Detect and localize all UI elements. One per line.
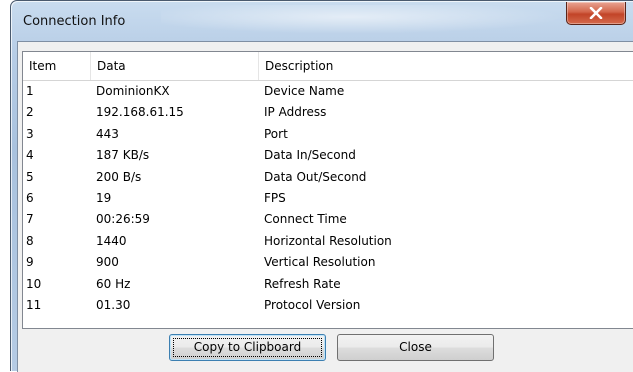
cell-data: 19 (96, 190, 112, 205)
cell-item: 7 (26, 212, 34, 227)
dialog-client-area: Item Data Description 1 DominionKX Device … (17, 41, 633, 372)
cell-description: Connect Time (264, 212, 347, 227)
cell-description: FPS (264, 190, 286, 205)
cell-description: Vertical Resolution (264, 255, 376, 270)
cell-data: 443 (96, 126, 119, 141)
cell-data: 200 B/s (96, 169, 142, 184)
cell-data: 60 Hz (96, 276, 131, 291)
cell-item: 10 (26, 276, 42, 291)
cell-description: Protocol Version (264, 297, 361, 312)
close-x-icon (589, 7, 603, 19)
table-row[interactable]: 6 19 FPS (23, 188, 633, 209)
column-header-description[interactable]: Description (259, 52, 633, 80)
cell-item: 5 (26, 169, 34, 184)
cell-item: 9 (26, 255, 34, 270)
table-row[interactable]: 11 01.30 Protocol Version (23, 295, 633, 316)
cell-data: 187 KB/s (96, 148, 150, 163)
cell-description: Data Out/Second (264, 169, 367, 184)
table-row[interactable]: 9 900 Vertical Resolution (23, 252, 633, 273)
window-title: Connection Info (23, 14, 126, 29)
table-row[interactable]: 2 192.168.61.15 IP Address (23, 102, 633, 123)
copy-to-clipboard-button[interactable]: Copy to Clipboard (169, 334, 326, 361)
cell-description: Refresh Rate (264, 276, 341, 291)
cell-item: 6 (26, 190, 34, 205)
window-close-button[interactable] (566, 2, 626, 25)
column-header-data[interactable]: Data (91, 52, 259, 80)
cell-data: 1440 (96, 233, 127, 248)
list-rows: 1 DominionKX Device Name 2 192.168.61.15 IP A… (23, 81, 633, 316)
close-button[interactable]: Close (337, 334, 494, 361)
cell-description: Port (264, 126, 288, 141)
column-header-item[interactable]: Item (23, 52, 91, 80)
connection-info-list[interactable]: Item Data Description 1 DominionKX Device … (22, 51, 633, 329)
cell-item: 11 (26, 297, 42, 312)
connection-info-window: Connection Info Item Data Description 1 D… (10, 0, 633, 372)
cell-item: 3 (26, 126, 34, 141)
cell-data: DominionKX (96, 84, 170, 98)
cell-data: 900 (96, 255, 119, 270)
table-row[interactable]: 10 60 Hz Refresh Rate (23, 274, 633, 295)
cell-item: 2 (26, 105, 34, 120)
list-header: Item Data Description (23, 52, 633, 81)
table-row[interactable]: 8 1440 Horizontal Resolution (23, 231, 633, 252)
cell-description: Data In/Second (264, 148, 356, 163)
table-row[interactable]: 3 443 Port (23, 124, 633, 145)
cell-data: 01.30 (96, 297, 131, 312)
copy-to-clipboard-label: Copy to Clipboard (193, 340, 302, 354)
cell-data: 192.168.61.15 (96, 105, 184, 120)
cell-item: 4 (26, 148, 34, 163)
title-bar[interactable]: Connection Info (11, 1, 633, 41)
cell-description: Horizontal Resolution (264, 233, 392, 248)
table-row[interactable]: 5 200 B/s Data Out/Second (23, 167, 633, 188)
table-row[interactable]: 1 DominionKX Device Name (23, 81, 633, 102)
table-row[interactable]: 7 00:26:59 Connect Time (23, 209, 633, 230)
table-row[interactable]: 4 187 KB/s Data In/Second (23, 145, 633, 166)
cell-description: Device Name (264, 84, 345, 98)
cell-description: IP Address (264, 105, 327, 120)
cell-item: 1 (26, 84, 34, 98)
cell-data: 00:26:59 (96, 212, 150, 227)
cell-item: 8 (26, 233, 34, 248)
